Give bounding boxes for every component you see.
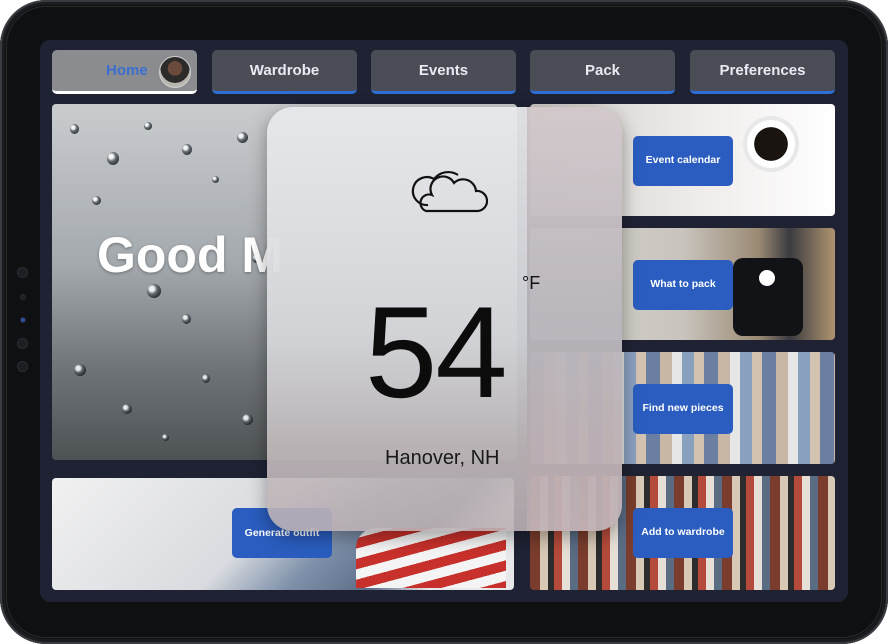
avatar[interactable]: [159, 56, 191, 88]
raindrop: [237, 132, 248, 143]
temperature-unit: °F: [522, 273, 541, 293]
tab-home[interactable]: Home: [52, 50, 197, 94]
tab-label: Preferences: [719, 62, 806, 79]
raindrop: [107, 152, 119, 165]
coffee-cup-image: [743, 116, 799, 172]
raindrop: [122, 404, 132, 414]
temperature-value: 54: [365, 279, 508, 425]
sensor-dot: [21, 295, 25, 299]
raindrop: [182, 314, 191, 324]
add-to-wardrobe-button[interactable]: Add to wardrobe: [633, 508, 733, 558]
tab-preferences[interactable]: Preferences: [690, 50, 835, 94]
raindrop: [92, 196, 101, 205]
event-calendar-button[interactable]: Event calendar: [633, 136, 733, 186]
raindrop: [202, 374, 210, 383]
raindrop: [182, 144, 192, 155]
raindrop: [212, 176, 219, 183]
tab-label: Home: [106, 62, 148, 79]
tab-events[interactable]: Events: [371, 50, 516, 94]
app-screen: Home Wardrobe Events Pack Preferences Go…: [40, 40, 848, 602]
camera-dot: [18, 268, 27, 277]
find-new-pieces-button[interactable]: Find new pieces: [633, 384, 733, 434]
tab-label: Wardrobe: [249, 62, 320, 79]
greeting-heading: Good M: [97, 227, 284, 283]
raindrop: [144, 122, 152, 130]
raindrop: [147, 284, 161, 298]
what-to-pack-button[interactable]: What to pack: [633, 260, 733, 310]
sensor-dot: [21, 318, 25, 322]
tab-wardrobe[interactable]: Wardrobe: [212, 50, 357, 94]
raindrop: [162, 434, 169, 441]
raindrop: [70, 124, 79, 134]
raindrop: [74, 364, 86, 376]
striped-shirt: [356, 528, 506, 588]
tablet-frame: Home Wardrobe Events Pack Preferences Go…: [0, 0, 888, 644]
raindrop: [242, 414, 253, 425]
cloud-icon: [411, 170, 488, 213]
backpack-logo-icon: [757, 268, 777, 288]
location-label: Hanover, NH: [385, 447, 500, 469]
weather-card: °F 54 Hanover, NH: [267, 107, 622, 531]
tab-label: Events: [418, 62, 469, 79]
camera-dot: [18, 362, 27, 371]
tab-pack[interactable]: Pack: [530, 50, 675, 94]
tab-label: Pack: [584, 62, 621, 79]
camera-dot: [18, 339, 27, 348]
